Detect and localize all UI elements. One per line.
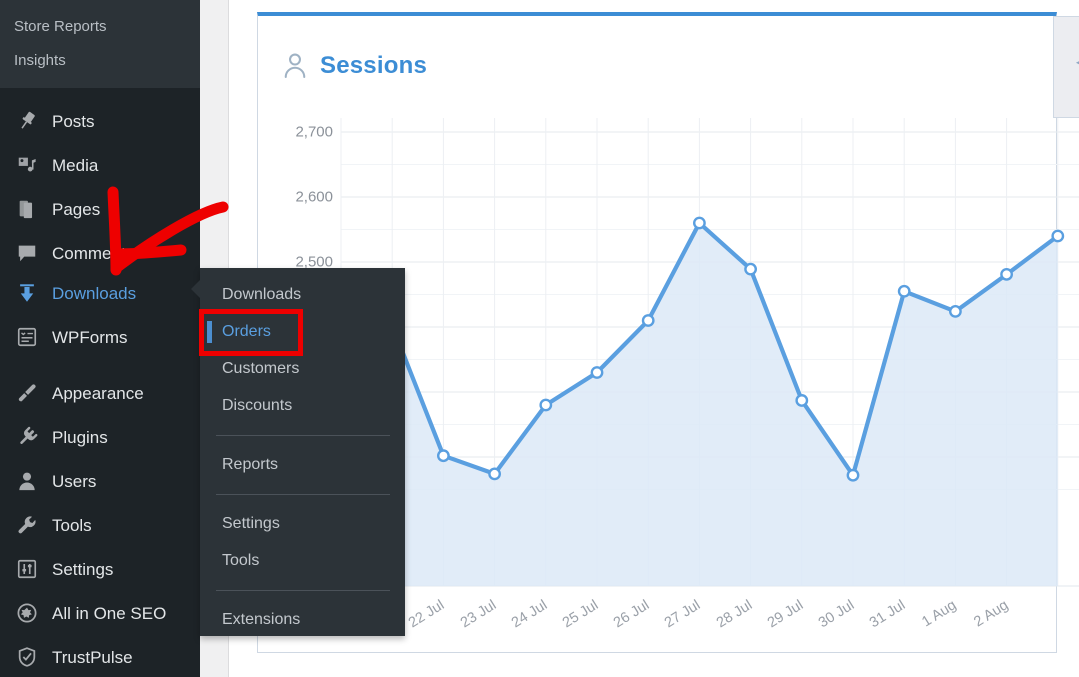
flyout-item-label: Downloads — [222, 286, 302, 303]
sidebar-item-label: Plugins — [52, 427, 108, 447]
sidebar-item-pages[interactable]: Pages — [0, 187, 200, 231]
sidebar-subitem-label: Store Reports — [14, 17, 107, 35]
admin-sidebar: Store Reports Insights Posts Media Pages Co… — [0, 0, 200, 677]
y-axis-tick-label: 2,600 — [295, 188, 333, 206]
flyout-item-label: Customers — [222, 360, 300, 377]
sidebar-item-all-in-one-seo[interactable]: All in One SEO — [0, 591, 200, 635]
flyout-item-customers[interactable]: Customers — [200, 353, 405, 385]
comment-icon — [10, 240, 44, 266]
sliders-icon — [10, 556, 44, 582]
shield-icon — [10, 644, 44, 670]
flyout-item-settings[interactable]: Settings — [200, 508, 405, 540]
flyout-item-downloads[interactable]: Downloads — [200, 279, 405, 311]
pages-icon — [10, 196, 44, 222]
y-axis-tick-label: 2,700 — [295, 123, 333, 141]
sidebar-item-label: Tools — [52, 515, 92, 535]
download-icon — [10, 280, 44, 306]
sidebar-item-users[interactable]: Users — [0, 459, 200, 503]
sidebar-item-label: Downloads — [52, 283, 137, 303]
sidebar-submenu-top: Store Reports Insights — [0, 0, 200, 88]
brush-icon — [10, 380, 44, 406]
sidebar-item-appearance[interactable]: Appearance — [0, 371, 200, 415]
flyout-item-label: Tools — [222, 552, 260, 569]
sidebar-item-label: Pages — [52, 199, 101, 219]
sidebar-item-tools[interactable]: Tools — [0, 503, 200, 547]
sidebar-item-settings[interactable]: Settings — [0, 547, 200, 591]
flyout-divider — [216, 590, 390, 591]
sidebar-item-label: All in One SEO — [52, 603, 167, 623]
screen: Sessions ◄ 2,7002,6002,500 21 Jul22 Jul2… — [0, 0, 1079, 677]
sidebar-item-label: Media — [52, 155, 99, 175]
sidebar-subitem-insights[interactable]: Insights — [0, 44, 200, 76]
sidebar-item-label: Posts — [52, 111, 95, 131]
plug-icon — [10, 424, 44, 450]
sidebar-item-wpforms[interactable]: WPForms — [0, 315, 200, 359]
flyout-divider — [216, 435, 390, 436]
sidebar-item-label: Users — [52, 471, 97, 491]
sidebar-subitem-store-reports[interactable]: Store Reports — [0, 10, 200, 42]
sidebar-subitem-label: Insights — [14, 51, 66, 69]
user-icon — [10, 468, 44, 494]
flyout-item-extensions[interactable]: Extensions — [200, 604, 405, 636]
sidebar-item-label: Comments — [52, 243, 135, 263]
sidebar-item-label: WPForms — [52, 327, 128, 347]
flyout-divider — [216, 494, 390, 495]
flyout-item-label: Orders — [222, 323, 271, 340]
sidebar-item-plugins[interactable]: Plugins — [0, 415, 200, 459]
wrench-icon — [10, 512, 44, 538]
sidebar-item-media[interactable]: Media — [0, 143, 200, 187]
aioseo-icon — [10, 600, 44, 626]
downloads-flyout-menu: Downloads Orders Customers Discounts Reports… — [191, 268, 405, 636]
sidebar-item-label: TrustPulse — [52, 647, 133, 667]
wpforms-icon — [10, 324, 44, 350]
flyout-item-discounts[interactable]: Discounts — [200, 390, 405, 422]
flyout-item-orders[interactable]: Orders — [200, 316, 405, 348]
media-icon — [10, 152, 44, 178]
flyout-item-label: Discounts — [222, 397, 293, 414]
flyout-item-reports[interactable]: Reports — [200, 449, 405, 481]
flyout-item-tools[interactable]: Tools — [200, 545, 405, 577]
flyout-item-label: Reports — [222, 456, 279, 473]
chevron-left-icon[interactable]: ◄ — [1073, 55, 1079, 71]
flyout-pointer-icon — [191, 280, 200, 298]
flyout-item-label: Extensions — [222, 611, 301, 628]
sidebar-item-downloads[interactable]: Downloads — [0, 271, 200, 315]
sidebar-item-comments[interactable]: Comments — [0, 231, 200, 275]
pin-icon — [10, 108, 44, 134]
sidebar-item-trustpulse[interactable]: TrustPulse — [0, 635, 200, 677]
flyout-item-label: Settings — [222, 515, 280, 532]
card-title: Sessions — [320, 52, 427, 79]
current-indicator — [207, 321, 212, 343]
sidebar-item-label: Appearance — [52, 383, 144, 403]
sidebar-item-label: Settings — [52, 559, 114, 579]
sidebar-item-posts[interactable]: Posts — [0, 99, 200, 143]
